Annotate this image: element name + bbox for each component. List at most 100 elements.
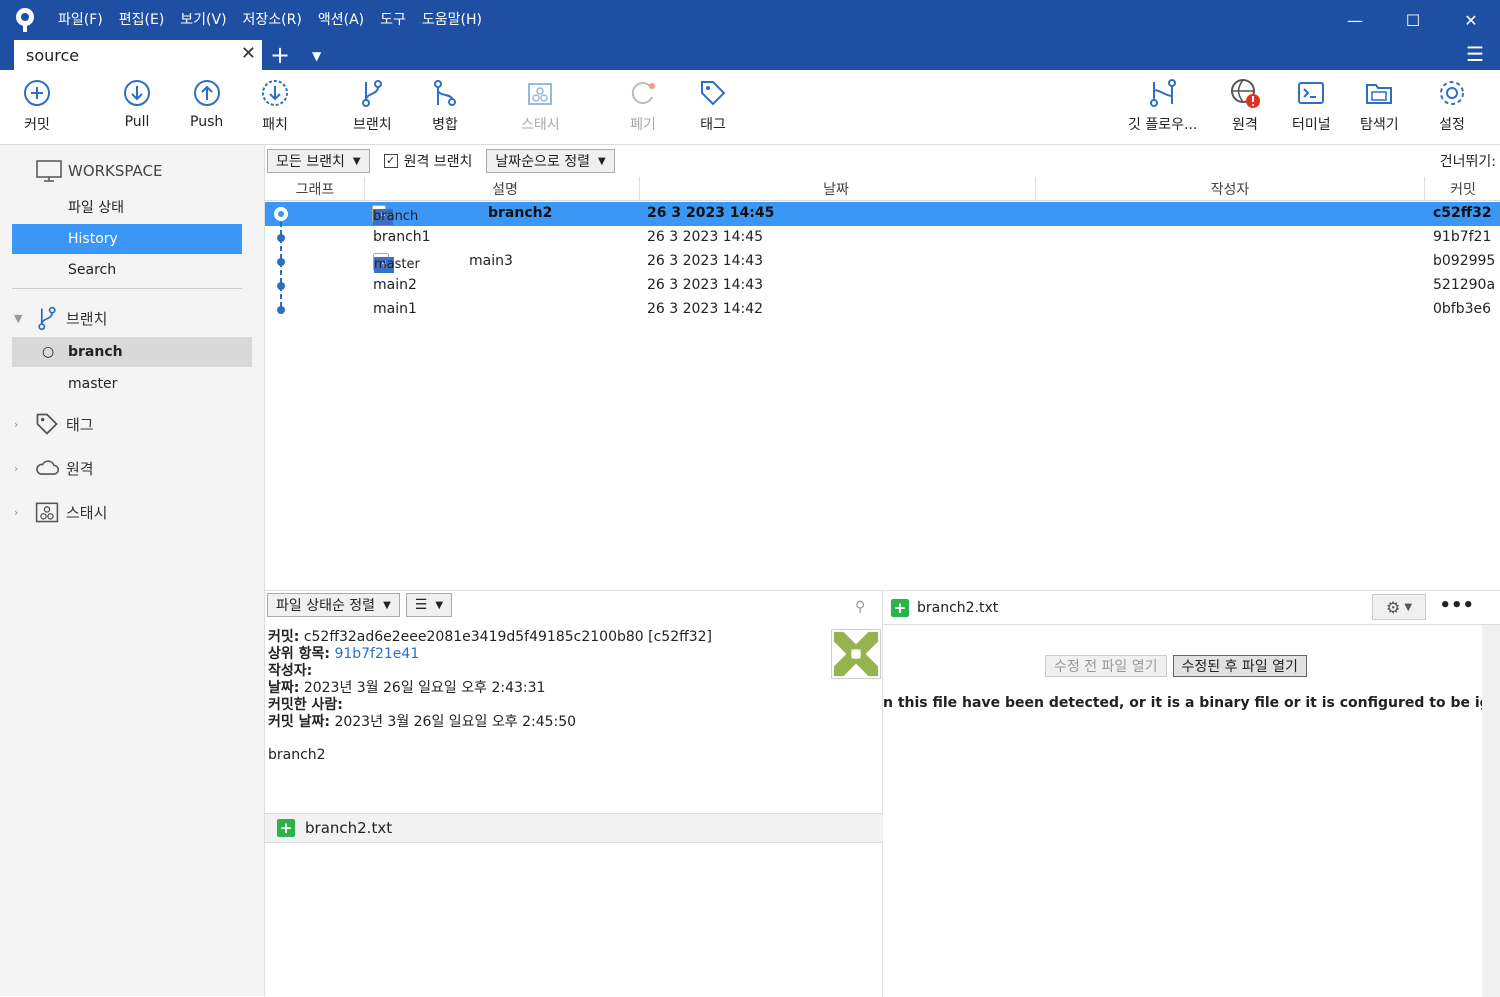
col-description[interactable]: 설명 [485, 179, 525, 199]
maximize-icon[interactable]: ☐ [1384, 0, 1442, 40]
chevron-down-icon: ▼ [435, 599, 444, 611]
file-sort-dropdown[interactable]: 파일 상태순 정렬 ▼ [267, 593, 400, 617]
minimize-icon[interactable]: — [1326, 0, 1384, 40]
tag-label: master [374, 257, 420, 272]
sidebar: WORKSPACE 파일 상태 History Search ▼ 브랜치 ○ b… [0, 145, 265, 996]
pull-button[interactable]: Pull [122, 78, 152, 130]
sidebar-group-tags[interactable]: › 태그 [14, 411, 94, 437]
tag-label: 태그 [700, 117, 726, 133]
sidebar-item-file-status[interactable]: 파일 상태 [12, 193, 242, 223]
open-after-button[interactable]: 수정된 후 파일 열기 [1172, 655, 1307, 677]
tab-label: source [26, 45, 80, 65]
patch-button[interactable]: 패치 [260, 78, 290, 134]
menu-repository[interactable]: 저장소(R) [235, 0, 310, 40]
scrollbar[interactable] [1482, 625, 1500, 997]
commit-row[interactable]: main2 26 3 2023 14:43 521290a [265, 274, 1500, 298]
chevron-down-icon: ▼ [598, 155, 606, 167]
sidebar-item-search[interactable]: Search [12, 255, 242, 285]
commit-button[interactable]: 커밋 [22, 78, 52, 134]
merge-button[interactable]: 병합 [430, 78, 460, 134]
sidebar-group-remotes[interactable]: › 원격 [14, 455, 94, 481]
branch-filter-dropdown[interactable]: 모든 브랜치 ▼ [267, 149, 370, 173]
author-label: 작성자: [268, 663, 313, 679]
stash-icon [528, 83, 553, 105]
file-list-item[interactable]: + branch2.txt [265, 813, 883, 843]
commit-icon [24, 80, 50, 106]
sidebar-group-stash[interactable]: › 스태시 [14, 499, 107, 525]
commit-graph [274, 207, 288, 314]
menu-tools[interactable]: 도구 [372, 0, 414, 40]
commit-description: main1 [373, 301, 417, 317]
sort-dropdown[interactable]: 날짜순으로 정렬 ▼ [486, 149, 615, 173]
graph-node [278, 211, 284, 217]
col-commit[interactable]: 커밋 [1447, 179, 1479, 199]
merge-label: 병합 [432, 117, 458, 133]
search-icon[interactable]: ⚲ [855, 599, 865, 615]
commit-row[interactable]: main1 26 3 2023 14:42 0bfb3e6 [265, 298, 1500, 322]
more-options-icon[interactable]: ••• [1439, 595, 1474, 616]
bottom-panel: 파일 상태순 정렬 ▼ ☰ ▼ ⚲ 커밋: c52ff32ad6e2eee208… [265, 590, 1500, 997]
chevron-down-icon: ▼ [383, 599, 391, 611]
menu-edit[interactable]: 편집(E) [111, 0, 173, 40]
hamburger-menu-icon[interactable]: ☰ [1466, 42, 1484, 66]
menu-help[interactable]: 도움말(H) [414, 0, 490, 40]
tab-close-icon[interactable]: ✕ [241, 43, 256, 64]
commit-hash: 91b7f21 [1433, 229, 1492, 245]
sidebar-item-history[interactable]: History [12, 224, 242, 254]
diff-pane: + branch2.txt ⚙ ▼ ••• 수정 전 파일 열기 수정된 후 파… [883, 591, 1500, 997]
sourcetree-logo-icon [0, 0, 50, 40]
column-header: 그래프 설명 날짜 작성자 커밋 [265, 177, 1500, 201]
diff-options-button[interactable]: ⚙ ▼ [1372, 594, 1426, 620]
current-branch-icon: ○ [42, 344, 55, 360]
push-button[interactable]: Push [190, 78, 223, 130]
commit-row[interactable]: branch1 26 3 2023 14:45 91b7f21 [265, 226, 1500, 250]
commit-hash: c52ff32 [1433, 205, 1492, 221]
col-date[interactable]: 날짜 [821, 179, 851, 199]
branch-button[interactable]: 브랜치 [353, 78, 392, 134]
gitflow-button[interactable]: 깃 플로우... [1128, 78, 1197, 134]
commit-message: branch2 [268, 747, 326, 763]
col-graph[interactable]: 그래프 [293, 179, 337, 199]
commit-hash: 0bfb3e6 [1433, 301, 1492, 317]
chevron-down-icon[interactable]: ▼ [312, 40, 321, 72]
open-before-button[interactable]: 수정 전 파일 열기 [1045, 655, 1167, 677]
remote-branches-checkbox[interactable]: ✓ 원격 브랜치 [383, 151, 472, 171]
menu-actions[interactable]: 액션(A) [310, 0, 372, 40]
graph-node [277, 282, 285, 290]
graph-node [277, 306, 285, 314]
commit-details: 커밋: c52ff32ad6e2eee2081e3419d5f49185c210… [268, 629, 712, 764]
folder-icon [1366, 84, 1393, 104]
tag-button[interactable]: 태그 [698, 78, 728, 134]
settings-button[interactable]: 설정 [1437, 78, 1467, 134]
file-sort-value: 파일 상태순 정렬 [276, 598, 376, 614]
col-author[interactable]: 작성자 [1205, 179, 1255, 199]
tab-bar: source ✕ + ▼ ☰ [0, 40, 1500, 70]
graph-node [277, 258, 285, 266]
commit-row[interactable]: ○ ⑂ branch branch2 26 3 2023 14:45 c52ff… [265, 202, 1500, 226]
cloud-icon [36, 460, 60, 475]
discard-button[interactable]: 폐기 [628, 78, 658, 134]
commit-description: branch1 [373, 229, 431, 245]
remote-button[interactable]: 원격 [1230, 78, 1260, 134]
tab-source[interactable]: source ✕ [14, 40, 262, 70]
terminal-button[interactable]: 터미널 [1292, 78, 1331, 134]
view-mode-dropdown[interactable]: ☰ ▼ [405, 593, 453, 617]
avatar [831, 629, 881, 679]
menu-file[interactable]: 파일(F) [50, 0, 111, 40]
new-tab-icon[interactable]: + [270, 40, 290, 70]
explorer-button[interactable]: 탐색기 [1360, 78, 1399, 134]
close-icon[interactable]: ✕ [1442, 0, 1500, 40]
discard-label: 폐기 [630, 117, 656, 133]
sidebar-group-branches[interactable]: ▼ 브랜치 [14, 305, 107, 331]
sidebar-branch-master[interactable]: master [12, 369, 242, 399]
parent-link[interactable]: 91b7f21e41 [334, 646, 419, 662]
menu-view[interactable]: 보기(V) [172, 0, 234, 40]
commit-label: 커밋: [268, 629, 300, 645]
tag-icon [701, 81, 726, 106]
chevron-right-icon: › [14, 417, 19, 431]
menu-bar: 파일(F) 편집(E) 보기(V) 저장소(R) 액션(A) 도구 도움말(H) [50, 0, 490, 40]
stash-button[interactable]: 스태시 [521, 78, 560, 134]
commit-row[interactable]: ⑂ master main3 26 3 2023 14:43 b092995 [265, 250, 1500, 274]
commit-description: main3 [469, 253, 513, 269]
sidebar-branch-branch[interactable]: ○ branch [12, 337, 252, 367]
